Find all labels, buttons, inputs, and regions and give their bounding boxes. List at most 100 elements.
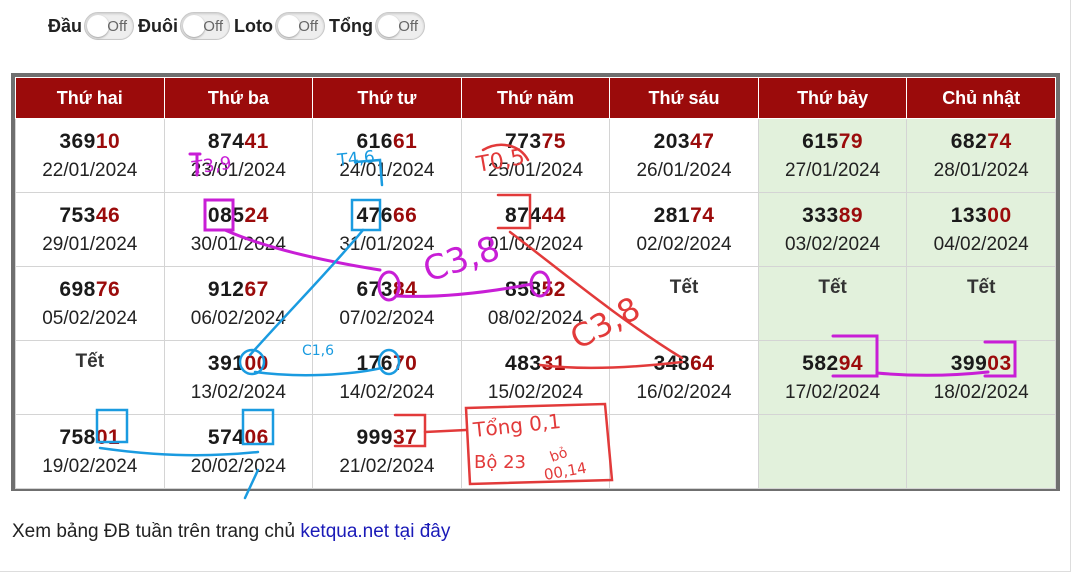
day-header: Thứ hai — [15, 77, 165, 119]
result-cell: 33389 03/02/2024 — [757, 192, 908, 267]
result-number: 39903 — [907, 352, 1055, 376]
day-header: Chủ nhật — [906, 77, 1056, 119]
result-date: 29/01/2024 — [42, 234, 138, 255]
result-date: 21/02/2024 — [339, 456, 435, 477]
result-number: 20347 — [610, 130, 758, 154]
result-cell: 69876 05/02/2024 — [15, 266, 165, 341]
toggle-state: Off — [298, 18, 318, 35]
number-tail: 66 — [393, 204, 418, 227]
table-header-row: Thứ hai Thứ ba Thứ tư Thứ năm Thứ sáu Thứ bảy… — [15, 77, 1056, 119]
result-date: 22/01/2024 — [42, 160, 138, 181]
number-head: 773 — [505, 130, 542, 153]
result-number: 57406 — [165, 426, 313, 450]
result-number: 33389 — [759, 204, 907, 228]
result-cell: 77375 25/01/2024 — [460, 118, 611, 193]
number-head: 203 — [653, 130, 691, 153]
number-head: 176 — [356, 352, 393, 375]
result-cell: 28174 02/02/2024 — [609, 192, 759, 267]
number-tail: 31 — [541, 352, 566, 375]
result-number: 17670 — [313, 352, 461, 376]
result-cell: 36910 22/01/2024 — [15, 118, 165, 193]
number-tail: 74 — [690, 204, 715, 227]
number-head: 758 — [59, 426, 96, 449]
number-tail: 41 — [244, 130, 269, 153]
number-tail: 64 — [690, 352, 715, 375]
result-cell: 85852 08/02/2024 — [460, 266, 611, 341]
result-cell: 47666 31/01/2024 — [312, 192, 462, 267]
number-tail: 00 — [244, 352, 269, 375]
number-tail: 10 — [95, 130, 121, 153]
result-date: 02/02/2024 — [636, 234, 732, 255]
number-tail: 24 — [244, 204, 269, 227]
result-cell — [460, 414, 611, 489]
result-cell: 39903 18/02/2024 — [906, 340, 1056, 415]
result-number: 75346 — [16, 204, 164, 228]
result-date: 01/02/2024 — [487, 234, 584, 255]
number-head: 874 — [505, 204, 542, 227]
result-cell: 99937 21/02/2024 — [312, 414, 462, 489]
footer-link[interactable]: ketqua.net tại đây — [300, 521, 450, 542]
result-number: 69876 — [16, 278, 164, 302]
number-tail: 61 — [393, 130, 418, 153]
result-cell: 17670 14/02/2024 — [312, 340, 462, 415]
filter-bar: Đầu Off Đuôi Off Loto Off Tổng Off — [48, 10, 429, 42]
result-number: 61579 — [759, 130, 907, 154]
filter-3: Tổng Off — [329, 12, 425, 40]
result-cell: 87441 23/01/2024 — [163, 118, 314, 193]
result-cell: Tết — [757, 266, 908, 341]
toggle-state: Off — [107, 18, 128, 35]
result-cell: 67384 07/02/2024 — [312, 266, 462, 341]
result-date: 24/01/2024 — [339, 160, 435, 181]
footer-label: Xem bảng ĐB tuần trên trang chủ — [12, 521, 301, 542]
result-date: 31/01/2024 — [339, 234, 435, 255]
day-header: Thứ sáu — [609, 77, 759, 119]
result-date: 16/02/2024 — [636, 382, 732, 403]
filter-toggle[interactable]: Off — [374, 12, 425, 40]
number-tail: 84 — [393, 278, 418, 301]
number-head: 698 — [59, 278, 96, 301]
filter-toggle[interactable]: Off — [275, 12, 325, 40]
table-row: 75346 29/01/2024 08524 30/01/2024 47666 31/01… — [15, 192, 1056, 267]
number-head: 483 — [505, 352, 542, 375]
number-head: 133 — [950, 204, 988, 227]
result-cell: 75801 19/02/2024 — [15, 414, 165, 489]
number-tail: 67 — [244, 278, 269, 301]
result-date: 07/02/2024 — [339, 308, 435, 329]
number-tail: 47 — [690, 130, 715, 153]
number-head: 399 — [950, 352, 988, 375]
day-header: Thứ bảy — [757, 77, 908, 119]
result-number: 47666 — [313, 204, 461, 228]
result-cell: 34864 16/02/2024 — [609, 340, 759, 415]
result-cell: 87444 01/02/2024 — [460, 192, 611, 267]
filter-1: Đuôi Off — [138, 12, 231, 40]
result-cell: 68274 28/01/2024 — [906, 118, 1056, 193]
result-number: 87441 — [165, 130, 313, 154]
number-tail: 52 — [541, 278, 566, 301]
toggle-state: Off — [203, 18, 224, 35]
number-tail: 76 — [95, 278, 121, 301]
result-cell: 20347 26/01/2024 — [609, 118, 759, 193]
result-number: 48331 — [462, 352, 610, 376]
result-cell: 39100 13/02/2024 — [163, 340, 314, 415]
result-cell — [757, 414, 908, 489]
result-number: 13300 — [907, 204, 1055, 228]
table-row: Tết 39100 13/02/2024 17670 14/02/2024 48331 15… — [15, 340, 1056, 415]
table-row: 75801 19/02/2024 57406 20/02/2024 99937 21/02… — [15, 414, 1056, 489]
filter-label: Đầu — [48, 15, 83, 36]
result-number: 87444 — [462, 204, 610, 228]
holiday-label: Tết — [818, 277, 847, 298]
result-date: 19/02/2024 — [42, 456, 138, 477]
number-head: 476 — [356, 204, 393, 227]
filter-toggle[interactable]: Off — [180, 12, 231, 40]
result-date: 14/02/2024 — [339, 382, 435, 403]
result-number: 68274 — [907, 130, 1055, 154]
result-date: 26/01/2024 — [636, 160, 732, 181]
result-cell: 58294 17/02/2024 — [757, 340, 908, 415]
result-date: 13/02/2024 — [190, 382, 286, 403]
filter-toggle[interactable]: Off — [84, 12, 135, 40]
filter-0: Đầu Off — [48, 12, 135, 40]
result-date: 05/02/2024 — [42, 308, 138, 329]
number-tail: 75 — [541, 130, 566, 153]
number-head: 369 — [59, 130, 96, 153]
table-row: 69876 05/02/2024 91267 06/02/2024 67384 07/02… — [15, 266, 1056, 341]
